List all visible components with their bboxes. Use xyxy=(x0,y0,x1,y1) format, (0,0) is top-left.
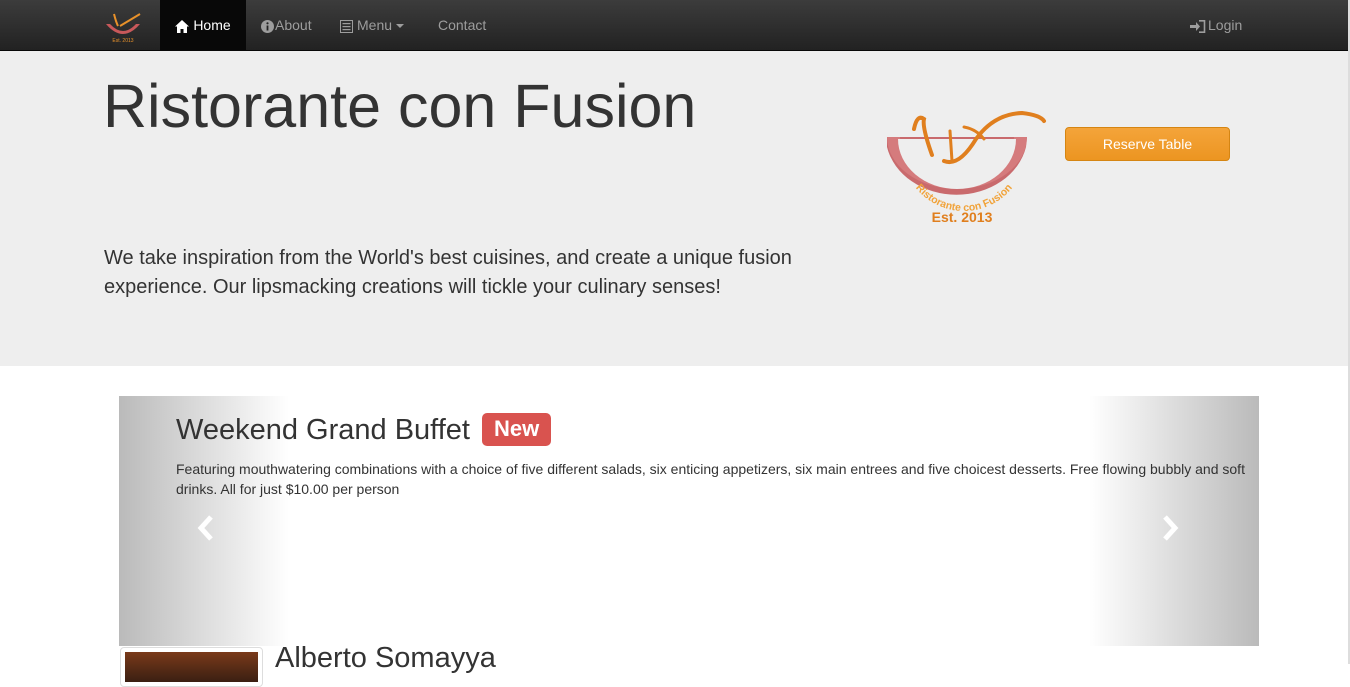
chevron-down-icon xyxy=(396,24,405,29)
info-circle-icon xyxy=(261,19,274,33)
slide-title: Weekend Grand Buffet New xyxy=(176,412,552,448)
sign-in-icon xyxy=(1190,19,1206,33)
chevron-left-icon[interactable] xyxy=(195,513,219,543)
home-icon xyxy=(175,19,190,33)
nav-home-label: Home xyxy=(193,17,231,33)
nav-menu-dropdown[interactable]: Menu xyxy=(340,0,405,50)
nav-login[interactable]: Login xyxy=(1190,0,1242,50)
carousel: Weekend Grand Buffet New Featuring mouth… xyxy=(119,396,1259,646)
nav-contact[interactable]: Contact xyxy=(438,0,486,50)
reserve-table-button[interactable]: Reserve Table xyxy=(1065,127,1230,161)
nav-about[interactable]: About xyxy=(261,0,312,50)
svg-text:Est. 2013: Est. 2013 xyxy=(112,38,133,44)
nav-contact-label: Contact xyxy=(438,17,487,33)
chef-thumbnail xyxy=(120,647,263,687)
slide-description: Featuring mouthwatering combinations wit… xyxy=(176,461,1245,497)
chef-photo xyxy=(125,652,258,682)
list-icon xyxy=(340,19,353,33)
slide-title-text: Weekend Grand Buffet xyxy=(176,414,470,446)
svg-text:Est. 2013: Est. 2013 xyxy=(932,209,993,225)
chevron-right-icon[interactable] xyxy=(1157,513,1181,543)
nav-about-label: About xyxy=(275,17,312,33)
jumbotron-text: We take inspiration from the World's bes… xyxy=(104,247,792,298)
jumbotron: Ristorante con Fusion We take inspiratio… xyxy=(0,51,1350,366)
new-badge: New xyxy=(482,412,552,446)
restaurant-logo: Ristorante con Fusion Est. 2013 xyxy=(887,110,1046,225)
nav-menu-label: Menu xyxy=(357,17,393,33)
navbar: Est. 2013 Home About Menu Contact Login xyxy=(0,0,1350,51)
nav-login-label: Login xyxy=(1208,17,1243,33)
chef-name: Alberto Somayya xyxy=(275,642,496,674)
brand-logo[interactable]: Est. 2013 xyxy=(102,10,144,44)
nav-home[interactable]: Home xyxy=(160,0,246,50)
page-title: Ristorante con Fusion xyxy=(103,72,697,140)
